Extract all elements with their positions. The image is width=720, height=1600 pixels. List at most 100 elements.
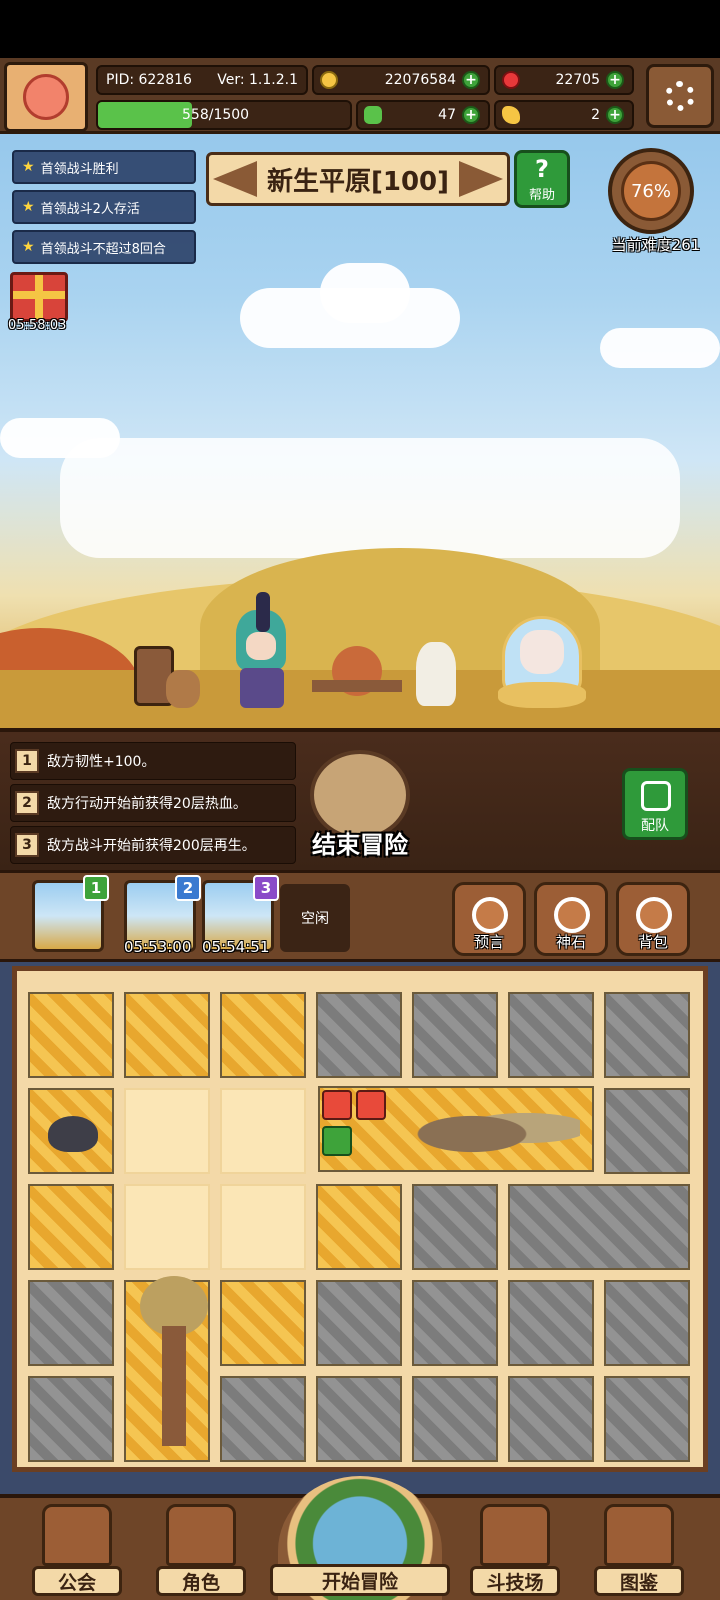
slot-timer: 05:54:51 [202, 938, 270, 956]
clover-counter: 47 + [356, 100, 490, 130]
boss-tile[interactable] [318, 1086, 594, 1172]
map-tile-locked[interactable] [316, 1280, 402, 1366]
map-tile[interactable] [28, 992, 114, 1078]
character-white-cat[interactable] [410, 636, 460, 710]
enemy-modifier: 2 敌方行动开始前获得20层热血。 [10, 784, 296, 822]
prophecy-label: 预言 [473, 933, 504, 951]
tree-icon [140, 1276, 208, 1448]
quest-label: 首领战斗不超过8回合 [40, 241, 166, 257]
add-feather-button[interactable]: + [606, 106, 624, 124]
cleared-tile[interactable] [124, 1088, 210, 1174]
stamina-value: 558/1500 [182, 107, 250, 123]
cleared-tile[interactable] [124, 1184, 210, 1270]
thumbs-up-icon [322, 1126, 352, 1156]
map-tile-locked[interactable] [412, 1376, 498, 1462]
barrel-sacks [130, 636, 200, 710]
quest-item[interactable]: ★ 首领战斗不超过8回合 [12, 230, 196, 264]
difficulty-meter[interactable]: 76% [608, 148, 694, 234]
clover-value: 47 [438, 107, 456, 123]
campfire-tile[interactable] [28, 1184, 114, 1270]
map-tile-locked[interactable] [412, 1184, 498, 1270]
feather-value: 2 [591, 107, 600, 123]
map-tile[interactable] [220, 1280, 306, 1366]
map-tile-locked-large[interactable] [508, 1184, 690, 1270]
map-tile-locked[interactable] [508, 992, 594, 1078]
nav-guild-label: 公会 [32, 1566, 122, 1596]
status-bar [0, 0, 720, 58]
nav-arena[interactable]: 斗技场 [470, 1500, 560, 1596]
team-setup-button[interactable]: 配队 [622, 768, 688, 840]
map-tile-locked[interactable] [604, 1088, 690, 1174]
quest-item[interactable]: ★ 首领战斗胜利 [12, 150, 196, 184]
gift-box-icon[interactable] [10, 272, 68, 322]
cloud [320, 263, 410, 323]
add-clover-button[interactable]: + [462, 106, 480, 124]
character-queen[interactable] [498, 600, 586, 712]
backpack-label: 背包 [637, 933, 668, 951]
map-tile-locked[interactable] [28, 1280, 114, 1366]
nav-start-label: 开始冒险 [270, 1564, 450, 1596]
empty-slot[interactable]: 空闲 [280, 884, 350, 952]
nav-codex-label: 图鉴 [594, 1566, 684, 1596]
crystal-ball-icon [472, 897, 508, 933]
nav-guild[interactable]: 公会 [32, 1500, 122, 1596]
map-tile[interactable] [220, 992, 306, 1078]
map-tile[interactable] [316, 1184, 402, 1270]
map-tile-locked[interactable] [316, 1376, 402, 1462]
gem-value: 22705 [555, 72, 600, 88]
prophecy-button[interactable]: 预言 [452, 882, 526, 956]
nav-character[interactable]: 角色 [156, 1500, 246, 1596]
backpack-button[interactable]: 背包 [616, 882, 690, 956]
pid-label: PID: 622816 [106, 72, 192, 88]
gem-counter: 22705 + [494, 65, 634, 95]
map-tile-locked[interactable] [412, 1280, 498, 1366]
stamina-fill [98, 102, 192, 128]
cooking-pot-tile[interactable] [28, 1088, 114, 1174]
red-gem-icon [502, 71, 520, 89]
nav-codex[interactable]: 图鉴 [594, 1500, 684, 1596]
nav-start-adventure[interactable]: 开始冒险 [270, 1476, 450, 1600]
quest-item[interactable]: ★ 首领战斗2人存活 [12, 190, 196, 224]
help-button[interactable]: ? 帮助 [514, 150, 570, 208]
god-stone-button[interactable]: 神石 [534, 882, 608, 956]
character-mech[interactable] [312, 640, 402, 712]
map-tile-locked[interactable] [220, 1376, 306, 1462]
add-gold-button[interactable]: + [462, 71, 480, 89]
add-gem-button[interactable]: + [606, 71, 624, 89]
feather-icon [502, 106, 520, 124]
player-avatar[interactable] [4, 62, 88, 132]
team-label: 配队 [641, 818, 669, 834]
map-tile[interactable] [124, 992, 210, 1078]
adventure-slot-1[interactable]: 1 [32, 875, 109, 952]
map-tile-locked[interactable] [28, 1376, 114, 1462]
boss-icon [322, 1090, 352, 1120]
book-icon [604, 1504, 674, 1566]
nav-character-label: 角色 [156, 1566, 246, 1596]
star-icon: ★ [22, 159, 35, 175]
map-tile-locked[interactable] [316, 992, 402, 1078]
star-icon: ★ [22, 239, 35, 255]
team-icon [641, 781, 671, 811]
cleared-tile[interactable] [220, 1184, 306, 1270]
pid-version-row: PID: 622816 Ver: 1.1.2.1 [96, 65, 308, 95]
end-adventure-button[interactable]: 结束冒险 [300, 750, 420, 860]
modifier-number: 1 [15, 749, 39, 773]
map-tile-locked[interactable] [604, 1376, 690, 1462]
map-tile-locked[interactable] [604, 1280, 690, 1366]
star-badge-icon [356, 1090, 386, 1120]
map-tile-locked[interactable] [604, 992, 690, 1078]
star-icon: ★ [22, 199, 35, 215]
stage-title: 新生平原[100] [266, 166, 450, 197]
enemy-modifier: 1 敌方韧性+100。 [10, 742, 296, 780]
empty-slot-label: 空闲 [301, 911, 329, 927]
settings-button[interactable] [646, 64, 714, 128]
game-screen: PID: 622816 Ver: 1.1.2.1 22076584 + 2270… [0, 0, 720, 1600]
cleared-tile[interactable] [220, 1088, 306, 1174]
clover-icon [364, 106, 382, 124]
backpack-icon [636, 897, 672, 933]
map-tile-locked[interactable] [412, 992, 498, 1078]
map-tile-locked[interactable] [508, 1376, 594, 1462]
enemy-modifier: 3 敌方战斗开始前获得200层再生。 [10, 826, 296, 864]
character-bunny-girl[interactable] [226, 592, 296, 712]
map-tile-locked[interactable] [508, 1280, 594, 1366]
